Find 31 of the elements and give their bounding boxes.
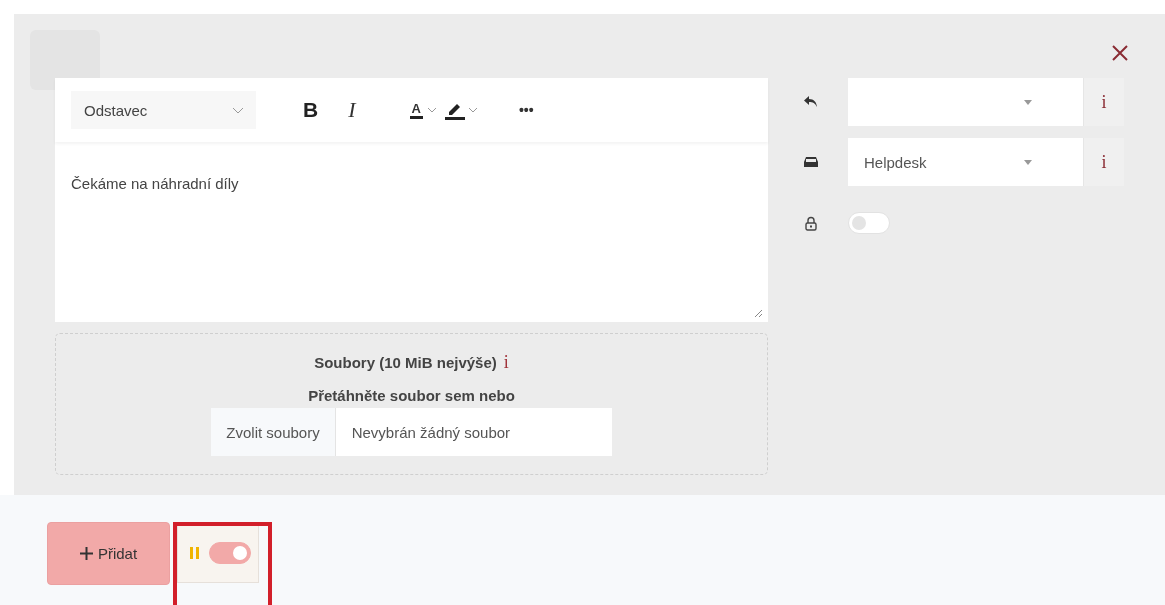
- chevron-down-icon: [426, 107, 437, 113]
- select-field[interactable]: Helpdesk: [848, 138, 1083, 186]
- choose-files-button[interactable]: Zvolit soubory: [211, 408, 336, 456]
- pause-icon: [190, 547, 199, 559]
- reply-icon: [804, 96, 818, 108]
- text-editor[interactable]: Odstavec B I A ••• Čekáme na náhradní díly: [55, 78, 768, 322]
- info-button[interactable]: i: [1083, 138, 1124, 186]
- drop-hint: Přetáhněte soubor sem nebo: [308, 387, 515, 404]
- info-button[interactable]: i: [503, 352, 509, 373]
- lock-icon: [804, 215, 818, 231]
- caret-down-icon: [1021, 159, 1035, 165]
- toggle-switch[interactable]: [848, 212, 890, 234]
- close-icon[interactable]: [1112, 45, 1128, 61]
- plus-icon: [79, 546, 93, 560]
- inbox-icon: [804, 156, 818, 168]
- italic-button[interactable]: I: [348, 97, 356, 123]
- info-button[interactable]: i: [1083, 78, 1124, 126]
- attachments-title: Soubory (10 MiB nejvýše): [314, 354, 497, 371]
- block-format-select[interactable]: Odstavec: [71, 91, 256, 129]
- add-button[interactable]: Přidat: [47, 521, 170, 585]
- font-color-button[interactable]: A: [409, 101, 437, 119]
- toggle-switch[interactable]: [209, 542, 251, 564]
- drop-zone[interactable]: Soubory (10 MiB nejvýše) i Přetáhněte soubor sem nebo Zvolit soubory Nevybrán žádný soubor: [55, 333, 768, 475]
- resize-grip-icon[interactable]: [754, 309, 762, 317]
- caret-down-icon: [1021, 99, 1035, 105]
- more-button[interactable]: •••: [518, 102, 534, 118]
- bold-button[interactable]: B: [303, 98, 319, 122]
- editor-text: Čekáme na náhradní díly: [71, 175, 239, 192]
- select-field[interactable]: [848, 78, 1083, 126]
- file-status: Nevybrán žádný soubor: [350, 422, 512, 443]
- chevron-down-icon: [232, 106, 244, 114]
